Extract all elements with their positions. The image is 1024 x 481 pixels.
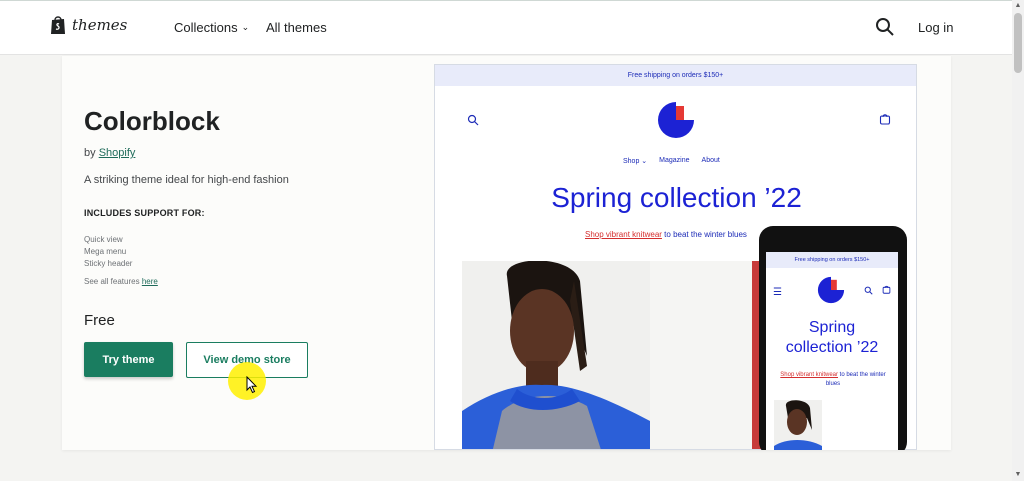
author-link[interactable]: Shopify <box>99 147 136 159</box>
preview-cart-icon <box>879 114 891 125</box>
support-heading: INCLUDES SUPPORT FOR: <box>84 208 205 218</box>
preview-nav-shop: Shop ⌄ <box>623 158 648 165</box>
preview-nav-magazine: Magazine <box>659 157 690 164</box>
mobile-subheadline: Shop vibrant knitwear to beat the winter… <box>778 371 888 389</box>
nav-collections-dropdown[interactable]: Collections ⌄ <box>174 20 249 35</box>
feature-item: Mega menu <box>84 247 127 256</box>
scrollbar-thumb[interactable] <box>1014 13 1022 73</box>
mobile-headline-line2: collection ’22 <box>785 339 879 356</box>
preview-headline: Spring collection ’22 <box>551 182 802 213</box>
shopify-themes-logo[interactable]: themes <box>50 15 127 35</box>
vertical-scrollbar[interactable]: ▲ ▼ <box>1012 0 1024 481</box>
preview-model-photo <box>462 261 650 449</box>
preview-nav-about: About <box>701 157 720 164</box>
see-all-features: See all features here <box>84 277 158 286</box>
logo-text: themes <box>72 16 128 34</box>
mobile-shipping-banner: Free shipping on orders $150+ <box>766 252 898 268</box>
mobile-headline-line1: Spring <box>808 319 856 336</box>
nav-collections-label: Collections <box>174 20 238 35</box>
theme-author: by Shopify <box>84 147 135 159</box>
mobile-search-icon <box>864 286 873 295</box>
scroll-up-arrow-icon[interactable]: ▲ <box>1012 0 1024 12</box>
mobile-cart-icon <box>882 285 891 294</box>
see-all-features-link[interactable]: here <box>142 277 158 286</box>
mobile-colorblock-logo-icon <box>817 276 845 304</box>
mobile-preview[interactable]: Free shipping on orders $150+ ☰ Spring c… <box>759 226 907 450</box>
scroll-down-arrow-icon[interactable]: ▼ <box>1012 469 1024 481</box>
colorblock-logo-icon <box>658 102 694 138</box>
model-illustration <box>462 261 650 449</box>
shopify-bag-icon <box>51 16 65 34</box>
mobile-sub-link: Shop vibrant knitwear <box>780 372 838 378</box>
see-all-prefix: See all features <box>84 277 140 286</box>
nav-all-themes-link[interactable]: All themes <box>266 20 327 35</box>
preview-subheadline: Shop vibrant knitwear to beat the winter… <box>585 230 747 239</box>
mobile-headline: Spring collection ’22 <box>766 318 898 358</box>
login-link[interactable]: Log in <box>918 20 953 35</box>
feature-item: Quick view <box>84 235 123 244</box>
preview-nav: Shop ⌄ Magazine About <box>623 157 720 165</box>
hamburger-menu-icon: ☰ <box>773 287 782 298</box>
feature-item: Sticky header <box>84 259 133 268</box>
chevron-down-icon: ⌄ <box>241 22 250 32</box>
theme-title: Colorblock <box>84 106 220 136</box>
preview-background-panel <box>650 261 752 449</box>
theme-price: Free <box>84 312 115 329</box>
preview-search-icon <box>467 114 479 126</box>
preview-shipping-banner: Free shipping on orders $150+ <box>435 65 916 86</box>
by-prefix: by <box>84 147 96 159</box>
feature-list: Quick view Mega menu Sticky header <box>84 234 132 270</box>
mobile-preview-screen: Free shipping on orders $150+ ☰ Spring c… <box>766 252 898 450</box>
try-theme-button[interactable]: Try theme <box>84 342 173 377</box>
search-icon[interactable] <box>875 17 895 37</box>
mobile-model-illustration <box>774 400 822 450</box>
theme-detail-card: Colorblock by Shopify A striking theme i… <box>62 56 951 450</box>
mouse-pointer-icon <box>246 376 258 394</box>
preview-sub-link: Shop vibrant knitwear <box>585 230 662 239</box>
theme-description: A striking theme ideal for high-end fash… <box>84 174 289 186</box>
top-nav: themes Collections ⌄ All themes Log in <box>0 0 1012 55</box>
preview-sub-rest: to beat the winter blues <box>664 230 747 239</box>
mobile-model-photo <box>774 400 822 450</box>
